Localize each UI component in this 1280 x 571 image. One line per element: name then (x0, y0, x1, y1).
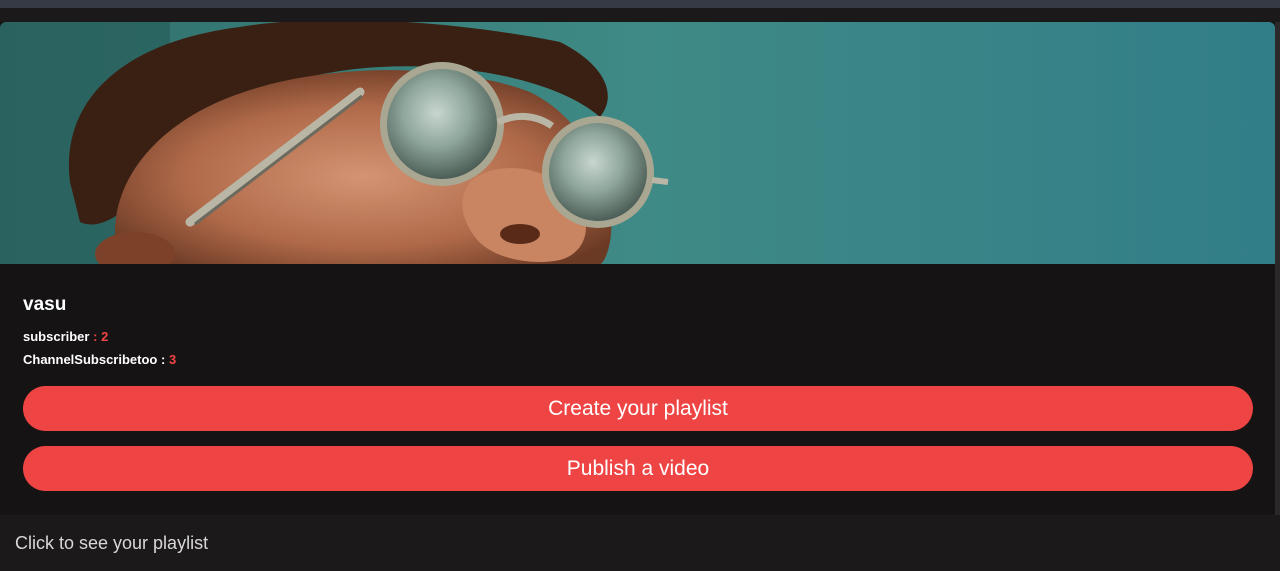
scrollbar[interactable] (1275, 22, 1280, 515)
subscribed-to-count-line: ChannelSubscribetoo : 3 (23, 352, 176, 367)
subscriber-count: 2 (101, 329, 109, 344)
subscribed-to-label: ChannelSubscribetoo (23, 352, 158, 367)
channel-name: vasu (23, 294, 67, 315)
subscriber-count-line: subscriber : 2 (23, 329, 108, 344)
create-playlist-button[interactable]: Create your playlist (23, 386, 1253, 431)
channel-banner-image (0, 22, 1275, 264)
subscribed-to-count: 3 (168, 352, 177, 367)
browser-top-bar (0, 0, 1280, 8)
subscriber-label: subscriber (23, 329, 90, 344)
see-playlist-link[interactable]: Click to see your playlist (15, 533, 208, 554)
publish-video-button[interactable]: Publish a video (23, 446, 1253, 491)
page-header-gap (0, 8, 1280, 22)
channel-card: vasu subscriber : 2 ChannelSubscribetoo … (0, 22, 1275, 515)
subscriber-separator: : (93, 329, 98, 344)
subscribed-to-separator: : (160, 352, 166, 367)
